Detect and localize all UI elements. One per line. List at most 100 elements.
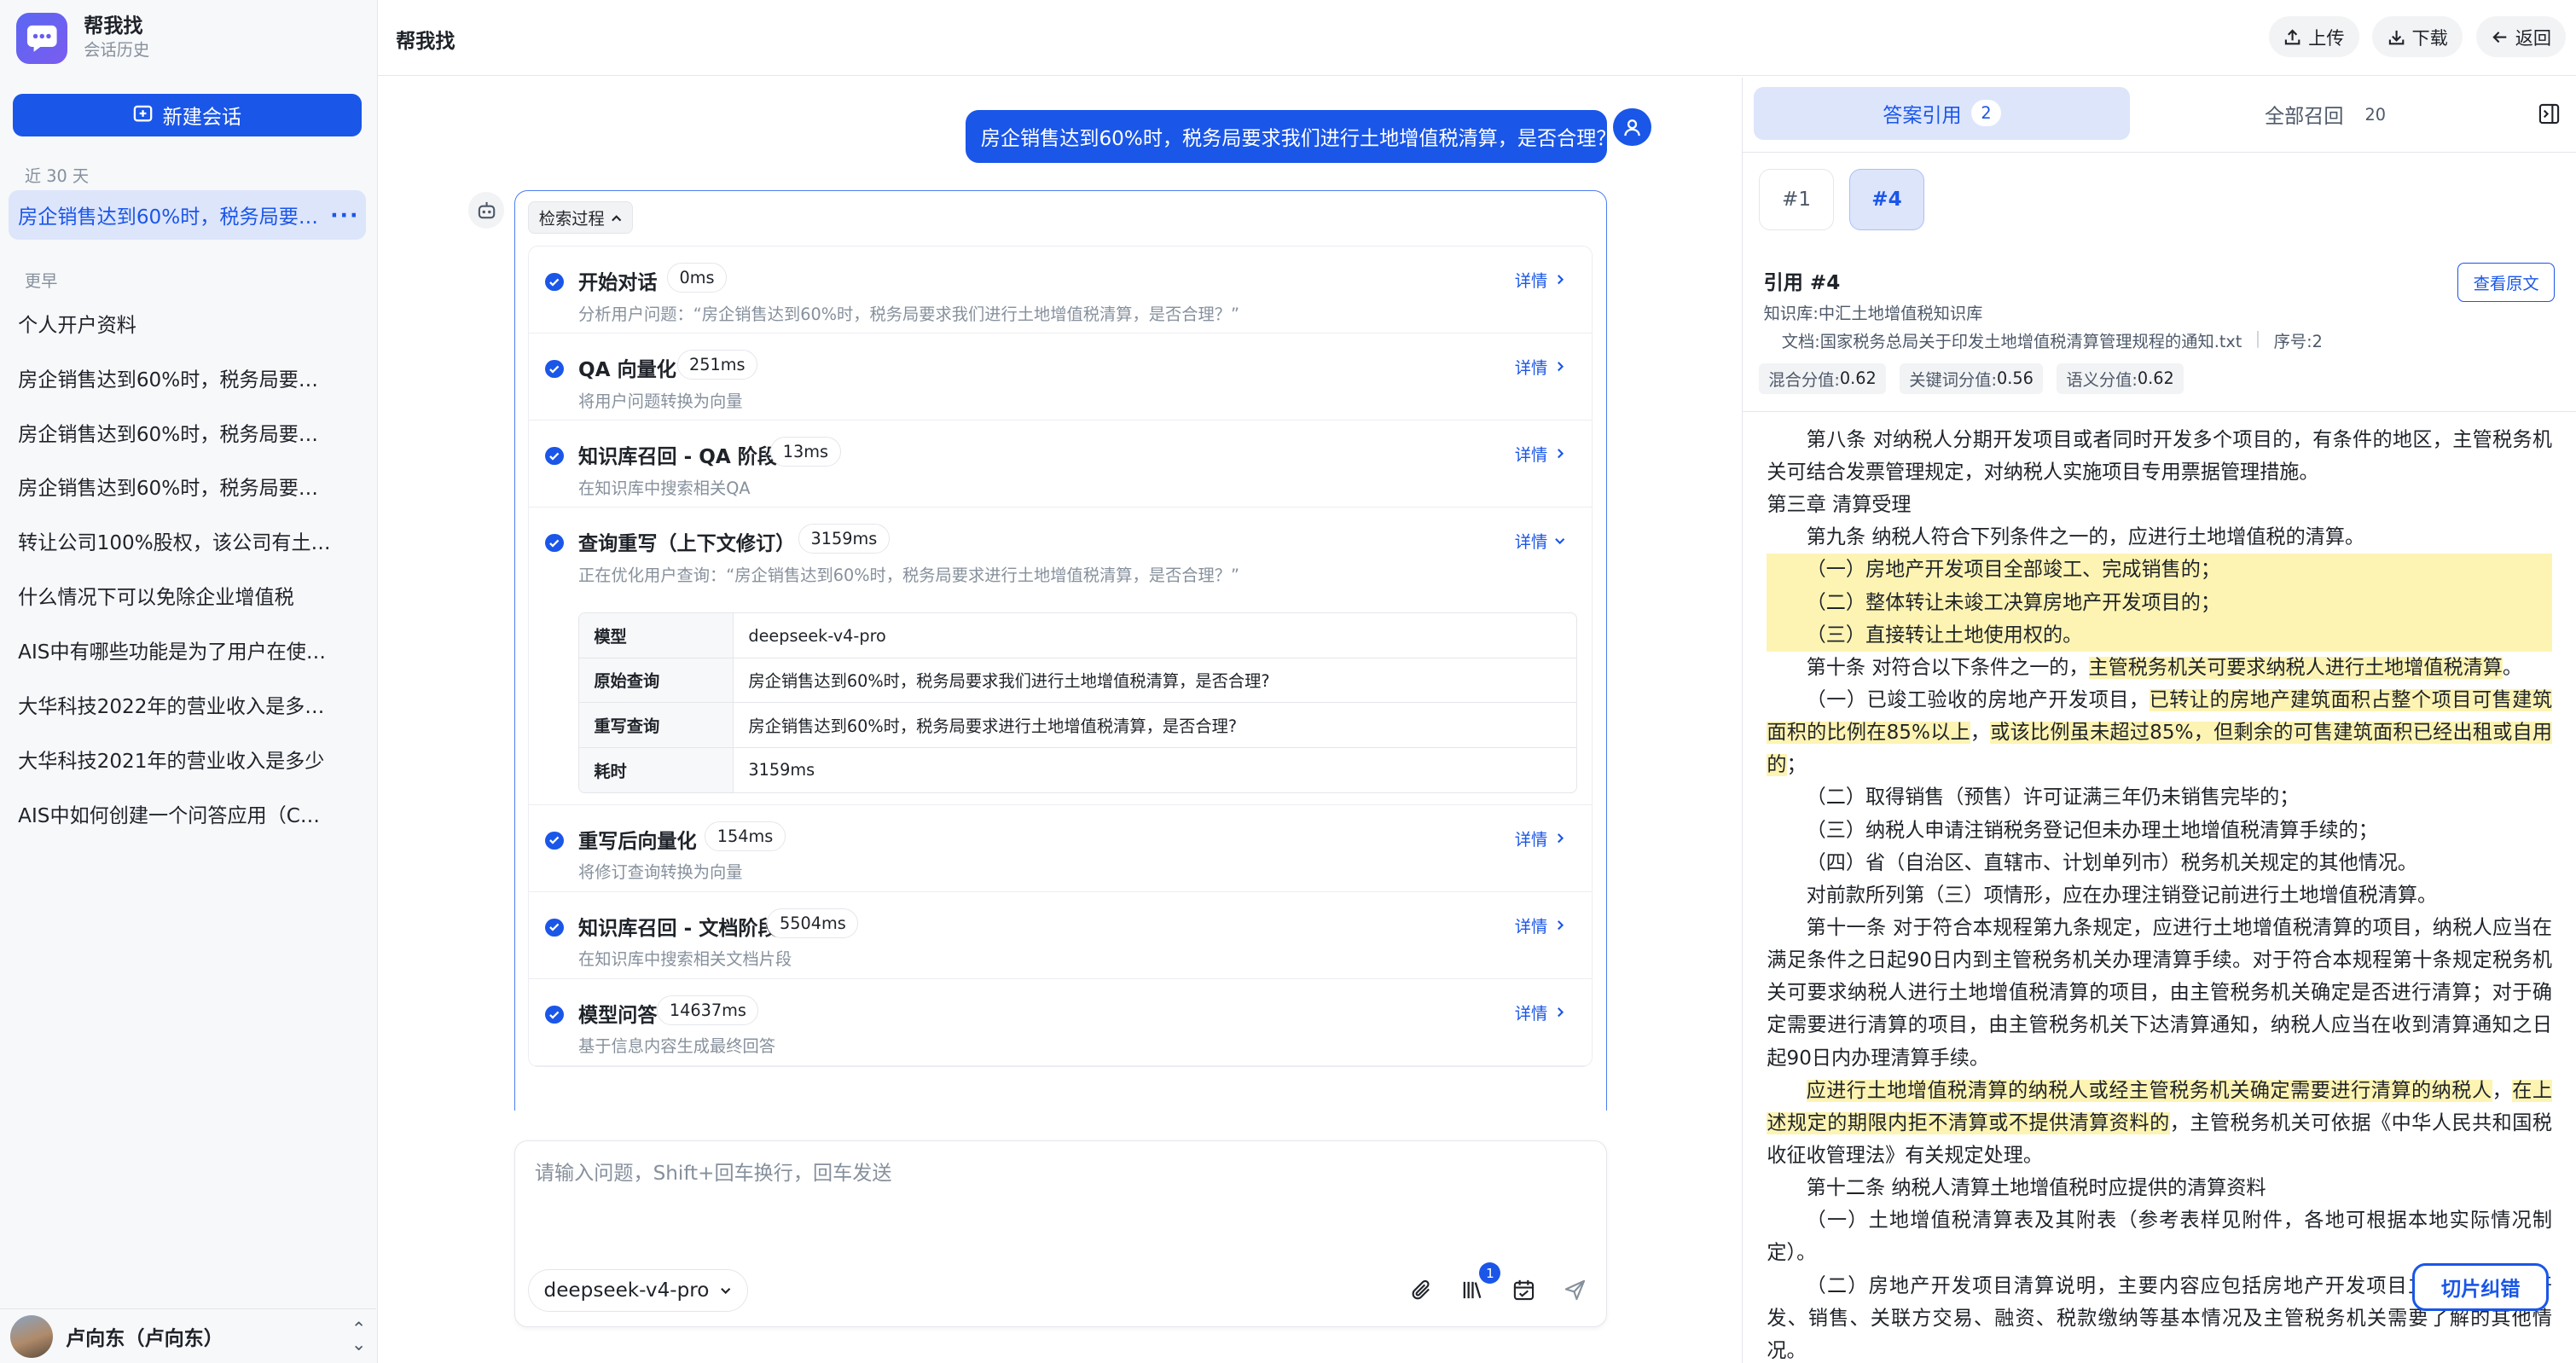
chevron-right-icon (1558, 833, 1564, 844)
history-item[interactable]: AIS中有哪些功能是为了用户在使… (9, 623, 367, 677)
table-key: 重写查询 (578, 703, 734, 747)
brand: 帮我找 会话历史 (16, 13, 150, 65)
chevron-down-icon (1555, 538, 1565, 545)
detail-label: 详情 (1514, 445, 1548, 466)
knowledge-base-name: 知识库:中汇土地增值税知识库 (1763, 304, 1983, 324)
user-message: 房企销售达到60%时，税务局要求我们进行土地增值税清算，是否合理？ (966, 110, 1616, 163)
view-original-button[interactable]: 查看原文 (2457, 263, 2555, 303)
tab-count: 20 (2364, 104, 2386, 125)
history-item[interactable]: 房企销售达到60%时，税务局要… (9, 459, 367, 513)
history-item[interactable]: AIS中如何创建一个问答应用（C… (9, 786, 367, 841)
attachment-icon[interactable] (1409, 1277, 1436, 1303)
step-title: 开始对话 (577, 272, 658, 295)
tab-label: 答案引用 (1883, 104, 1962, 127)
step-desc: 正在优化用户查询：“房企销售达到60%时，税务局要求进行土地增值税清算，是否合理… (577, 565, 1239, 585)
step-duration: 5504ms (767, 908, 859, 938)
table-row: 原始查询 房企销售达到60%时，税务局要求我们进行土地增值税清算，是否合理? (578, 658, 1576, 704)
history-item[interactable]: 大华科技2021年的营业收入是多少 (9, 732, 367, 786)
step-item: 重写后向量化 154ms 将修订查询转换为向量 详情 (529, 805, 1593, 892)
user-avatar-icon (1613, 108, 1651, 147)
step-title: 重写后向量化 (577, 830, 697, 853)
step-item: 知识库召回 - QA 阶段 13ms 在知识库中搜索相关QA 详情 (529, 420, 1593, 508)
knowledge-base-icon[interactable]: 1 (1459, 1262, 1501, 1303)
step-title: 知识库召回 - QA 阶段 (577, 446, 778, 469)
chevron-updown-icon[interactable]: ⌃ ⌄ (351, 1320, 367, 1353)
citation-chip[interactable]: #1 (1758, 169, 1835, 230)
app-subtitle: 会话历史 (84, 40, 150, 61)
history-item[interactable]: 转让公司100%股权，该公司有土… (9, 513, 367, 568)
history-item-active[interactable]: 房企销售达到60%时，税务局要… ··· (8, 190, 367, 241)
chevron-right-icon (1558, 1007, 1564, 1018)
step-desc: 将修订查询转换为向量 (577, 862, 743, 883)
tab-answer-citations[interactable]: 答案引用 2 (1754, 87, 2131, 140)
detail-label: 详情 (1514, 358, 1548, 379)
arrow-left-icon (2492, 31, 2507, 43)
kb-count-badge: 1 (1479, 1262, 1501, 1285)
chevron-down-icon (721, 1288, 731, 1295)
citation-content: 第八条 对纳税人分期开发项目或者同时开发多个项目的，有条件的地区，主管税务机关可… (1767, 428, 2553, 1362)
mix-score-badge: 混合分值: 0.62 (1758, 362, 1887, 395)
detail-label: 详情 (1514, 916, 1548, 937)
slice-correction-button[interactable]: 切片纠错 (2412, 1263, 2550, 1311)
sequence-number: 序号:2 (2273, 332, 2323, 352)
step-title: 知识库召回 - 文档阶段 (577, 917, 778, 940)
step-desc: 基于信息内容生成最终回答 (577, 1036, 775, 1057)
upload-button[interactable]: 上传 (2268, 16, 2359, 58)
check-circle-icon (545, 831, 564, 850)
chat-logo-icon (16, 13, 67, 65)
model-select[interactable]: deepseek-v4-pro (528, 1268, 748, 1312)
retrieval-process-panel: 检索过程 开始对话 0ms 分析用户问题：“房企销售达到60%时，税务局要求我们… (513, 190, 1607, 1111)
collapse-panel-icon[interactable] (2538, 103, 2560, 125)
step-desc: 分析用户问题：“房企销售达到60%时，税务局要求我们进行土地增值税清算，是否合理… (577, 304, 1239, 324)
step-detail-link[interactable]: 详情 (1515, 442, 1566, 466)
history-item[interactable]: 房企销售达到60%时，税务局要… (9, 405, 367, 460)
divider: | (2254, 328, 2261, 349)
score-label: 关键词分值: (1909, 369, 1997, 390)
back-button[interactable]: 返回 (2475, 16, 2567, 58)
history-list: 个人开户资料 房企销售达到60%时，税务局要… 房企销售达到60%时，税务局要…… (9, 296, 367, 841)
table-value: 房企销售达到60%时，税务局要求我们进行土地增值税清算，是否合理? (748, 671, 1270, 692)
tab-label: 全部召回 (2265, 106, 2344, 129)
process-toggle[interactable]: 检索过程 (528, 200, 634, 235)
table-value: deepseek-v4-pro (748, 625, 886, 646)
user-menu[interactable]: 卢向东（卢向东） ⌃ ⌄ (0, 1308, 377, 1363)
tab-count: 2 (1971, 100, 2001, 127)
citation-chip-active[interactable]: #4 (1848, 169, 1925, 230)
table-value: 房企销售达到60%时，税务局要求进行土地增值税清算，是否合理? (748, 716, 1238, 736)
sidebar: 帮我找 会话历史 新建会话 近 30 天 房企销售达到60%时，税务局要… ··… (0, 0, 378, 1363)
message-composer: deepseek-v4-pro 1 (513, 1140, 1607, 1328)
history-item[interactable]: 房企销售达到60%时，税务局要… (9, 351, 367, 405)
step-duration: 14637ms (657, 995, 759, 1025)
tab-all-recall[interactable]: 全部召回 20 (2265, 100, 2386, 129)
new-chat-button[interactable]: 新建会话 (13, 93, 362, 136)
more-options-icon[interactable]: ··· (330, 203, 357, 228)
calendar-icon[interactable] (1511, 1277, 1537, 1303)
check-circle-icon (545, 446, 564, 466)
app-name: 帮我找 (84, 15, 143, 38)
check-circle-icon (545, 533, 564, 553)
step-desc: 在知识库中搜索相关QA (577, 478, 751, 498)
history-item[interactable]: 什么情况下可以免除企业增值税 (9, 568, 367, 623)
step-item-expanded: 查询重写（上下文修订） 3159ms 正在优化用户查询：“房企销售达到60%时，… (529, 508, 1593, 805)
step-detail-link[interactable]: 详情 (1515, 268, 1566, 292)
history-item-label: 房企销售达到60%时，税务局要… (18, 206, 318, 229)
send-icon[interactable] (1562, 1277, 1588, 1303)
history-item[interactable]: 个人开户资料 (9, 296, 367, 351)
step-detail-link[interactable]: 详情 (1515, 1000, 1566, 1024)
detail-label: 详情 (1514, 1003, 1548, 1024)
message-input[interactable] (534, 1162, 1455, 1185)
step-detail-link[interactable]: 详情 (1515, 826, 1566, 850)
score-label: 混合分值: (1768, 369, 1840, 390)
step-item: 开始对话 0ms 分析用户问题：“房企销售达到60%时，税务局要求我们进行土地增… (529, 246, 1593, 334)
history-item[interactable]: 大华科技2022年的营业收入是多… (9, 677, 367, 732)
download-button[interactable]: 下载 (2372, 16, 2463, 58)
step-detail-link[interactable]: 详情 (1515, 355, 1566, 379)
step-duration: 3159ms (798, 524, 890, 554)
semantic-score-badge: 语义分值: 0.62 (2056, 362, 2184, 395)
back-label: 返回 (2515, 26, 2552, 49)
score-badges: 混合分值: 0.62 关键词分值: 0.56 语义分值: 0.62 (1758, 362, 2184, 395)
user-name: 卢向东（卢向东） (66, 1327, 223, 1350)
step-detail-link[interactable]: 详情 (1515, 529, 1566, 553)
citation-tabs: 答案引用 2 全部召回 20 (1742, 78, 2576, 154)
step-detail-link[interactable]: 详情 (1515, 914, 1566, 937)
